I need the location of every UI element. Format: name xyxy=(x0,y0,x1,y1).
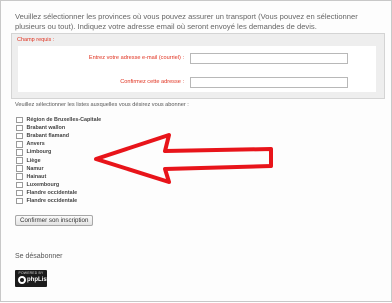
subscribe-page: Veuillez sélectionner les provinces où v… xyxy=(0,0,392,302)
left-arrow-icon xyxy=(94,133,273,184)
